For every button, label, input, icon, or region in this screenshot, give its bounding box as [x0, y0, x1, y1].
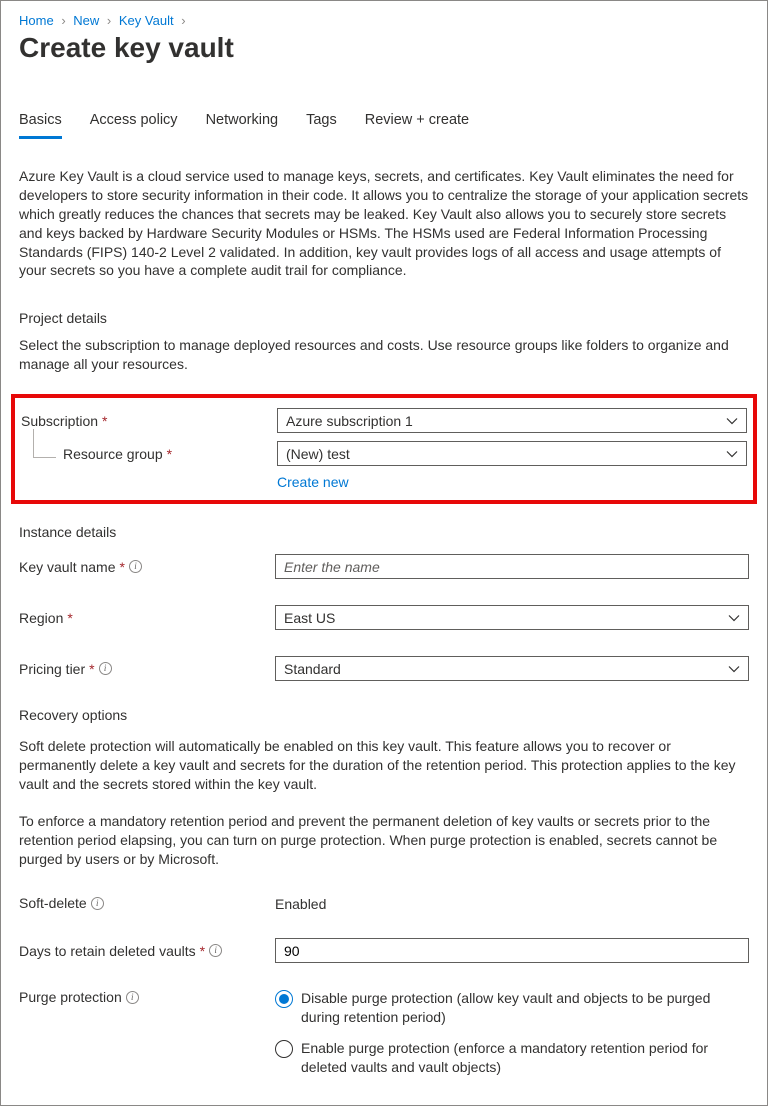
breadcrumb-new[interactable]: New	[73, 13, 99, 28]
tab-access-policy[interactable]: Access policy	[90, 112, 178, 139]
recovery-text-2: To enforce a mandatory retention period …	[19, 812, 749, 869]
subscription-label: Subscription *	[21, 413, 277, 429]
info-icon[interactable]: i	[91, 897, 104, 910]
highlighted-section: Subscription * Azure subscription 1 Reso…	[11, 394, 757, 504]
project-details-text: Select the subscription to manage deploy…	[19, 336, 749, 374]
radio-icon	[275, 1040, 293, 1058]
resource-group-label: Resource group *	[21, 446, 277, 462]
radio-icon	[275, 990, 293, 1008]
breadcrumb-home[interactable]: Home	[19, 13, 54, 28]
required-asterisk: *	[167, 446, 172, 462]
info-icon[interactable]: i	[209, 944, 222, 957]
pricing-tier-select[interactable]: Standard	[275, 656, 749, 681]
page-title: Create key vault	[19, 32, 749, 64]
chevron-down-icon	[728, 612, 740, 624]
tab-bar: Basics Access policy Networking Tags Rev…	[19, 112, 749, 139]
chevron-right-icon: ›	[107, 13, 111, 28]
subscription-select[interactable]: Azure subscription 1	[277, 408, 747, 433]
instance-details-heading: Instance details	[19, 524, 749, 540]
intro-description: Azure Key Vault is a cloud service used …	[19, 167, 749, 280]
purge-protection-label: Purge protection i	[19, 989, 275, 1005]
retention-days-label: Days to retain deleted vaults * i	[19, 943, 275, 959]
retention-days-input[interactable]	[275, 938, 749, 963]
resource-group-select[interactable]: (New) test	[277, 441, 747, 466]
chevron-right-icon: ›	[61, 13, 65, 28]
tab-basics[interactable]: Basics	[19, 112, 62, 139]
required-asterisk: *	[120, 559, 125, 575]
required-asterisk: *	[200, 943, 205, 959]
info-icon[interactable]: i	[129, 560, 142, 573]
purge-enable-label: Enable purge protection (enforce a manda…	[301, 1039, 749, 1077]
chevron-down-icon	[726, 415, 738, 427]
soft-delete-label: Soft-delete i	[19, 895, 275, 911]
chevron-right-icon: ›	[181, 13, 185, 28]
keyvault-name-label: Key vault name * i	[19, 559, 275, 575]
info-icon[interactable]: i	[99, 662, 112, 675]
soft-delete-value: Enabled	[275, 894, 749, 912]
recovery-text-1: Soft delete protection will automaticall…	[19, 737, 749, 794]
breadcrumb-keyvault[interactable]: Key Vault	[119, 13, 174, 28]
keyvault-name-input[interactable]	[275, 554, 749, 579]
recovery-options-heading: Recovery options	[19, 707, 749, 723]
purge-enable-radio[interactable]: Enable purge protection (enforce a manda…	[275, 1039, 749, 1077]
purge-disable-radio[interactable]: Disable purge protection (allow key vaul…	[275, 989, 749, 1027]
chevron-down-icon	[726, 448, 738, 460]
purge-disable-label: Disable purge protection (allow key vaul…	[301, 989, 749, 1027]
info-icon[interactable]: i	[126, 991, 139, 1004]
region-label: Region *	[19, 610, 275, 626]
tab-networking[interactable]: Networking	[206, 112, 279, 139]
region-select[interactable]: East US	[275, 605, 749, 630]
tab-tags[interactable]: Tags	[306, 112, 337, 139]
purge-protection-radio-group: Disable purge protection (allow key vaul…	[275, 989, 749, 1077]
project-details-heading: Project details	[19, 310, 749, 326]
chevron-down-icon	[728, 663, 740, 675]
required-asterisk: *	[89, 661, 94, 677]
tab-review-create[interactable]: Review + create	[365, 112, 469, 139]
pricing-tier-label: Pricing tier * i	[19, 661, 275, 677]
required-asterisk: *	[102, 413, 107, 429]
required-asterisk: *	[67, 610, 72, 626]
breadcrumb: Home › New › Key Vault ›	[19, 13, 749, 28]
create-new-link[interactable]: Create new	[277, 474, 349, 490]
